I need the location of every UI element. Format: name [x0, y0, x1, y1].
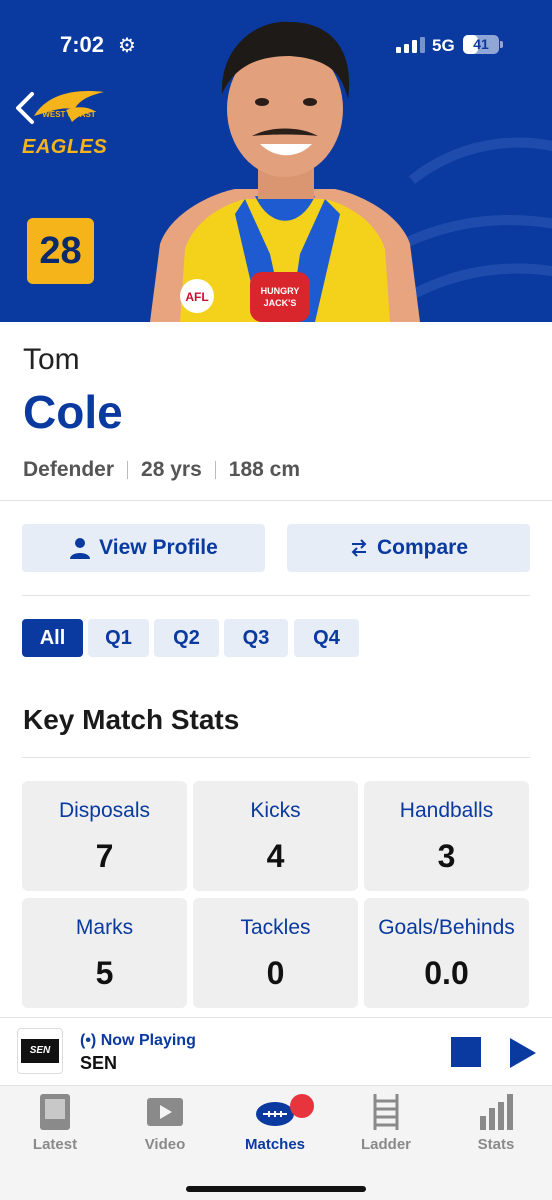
stat-label: Disposals: [58, 799, 151, 822]
stat-card-disposals: Disposals 7: [22, 781, 187, 891]
section-title: Key Match Stats: [23, 704, 240, 735]
player-meta: Defender 28 yrs 188 cm: [23, 458, 300, 482]
tab-latest[interactable]: Latest: [0, 1086, 110, 1166]
tab-video[interactable]: Video: [110, 1086, 220, 1166]
now-playing-status: (•) Now Playing: [80, 1032, 196, 1049]
divider: [22, 595, 530, 596]
station-logo: SEN: [17, 1028, 63, 1074]
stats-icon: [480, 1094, 513, 1130]
home-indicator: [186, 1186, 366, 1192]
stat-card-kicks: Kicks 4: [193, 781, 358, 891]
meta-divider: [214, 461, 216, 479]
quarter-tab-q2[interactable]: Q2: [154, 619, 219, 657]
player-age: 28 yrs: [141, 458, 202, 481]
notification-badge: [290, 1094, 314, 1118]
svg-text:JACK'S: JACK'S: [264, 298, 297, 308]
ladder-icon: [373, 1094, 399, 1130]
status-time: 7:02: [60, 32, 105, 57]
quarter-tab-q1[interactable]: Q1: [88, 619, 149, 657]
quarter-tab-all[interactable]: All: [22, 619, 83, 657]
gear-icon: ⚙: [118, 35, 136, 57]
compare-label: Compare: [376, 536, 469, 559]
stat-value: 4: [266, 838, 285, 874]
broadcast-icon: (•): [80, 1032, 97, 1049]
stat-value: 0.0: [424, 955, 469, 991]
latest-icon: [40, 1094, 70, 1130]
stat-label: Goals/Behinds: [378, 916, 515, 939]
play-button[interactable]: [508, 1036, 538, 1070]
bottom-tab-bar: Latest Video Matches Ladder Stats: [0, 1085, 552, 1200]
stat-card-handballs: Handballs 3: [364, 781, 529, 891]
player-position: Defender: [23, 458, 115, 481]
player-height: 188 cm: [228, 458, 300, 481]
compare-button[interactable]: Compare: [287, 524, 530, 572]
stat-label: Kicks: [250, 799, 301, 822]
stat-card-goals-behinds: Goals/Behinds 0.0: [364, 898, 529, 1008]
view-profile-label: View Profile: [99, 536, 218, 559]
player-hero: AFL HUNGRY JACK'S 7:02 ⚙ 5G 41 WEST COAS…: [0, 0, 552, 322]
stop-button[interactable]: [451, 1037, 481, 1067]
svg-text:AFL: AFL: [185, 290, 208, 304]
tab-stats[interactable]: Stats: [441, 1086, 551, 1166]
player-first-name: Tom: [23, 343, 80, 376]
meta-divider: [127, 461, 129, 479]
stat-label: Tackles: [240, 916, 311, 939]
quarter-tab-q4[interactable]: Q4: [294, 619, 359, 657]
tab-matches[interactable]: Matches: [220, 1086, 330, 1166]
view-profile-button[interactable]: View Profile: [22, 524, 265, 572]
station-name: SEN: [80, 1053, 118, 1073]
svg-text:HUNGRY: HUNGRY: [261, 286, 300, 296]
player-number-badge: 28: [27, 218, 94, 284]
divider: [22, 757, 530, 758]
tab-ladder[interactable]: Ladder: [331, 1086, 441, 1166]
stat-card-tackles: Tackles 0: [193, 898, 358, 1008]
video-icon: [147, 1098, 183, 1126]
quarter-tab-q3[interactable]: Q3: [224, 619, 288, 657]
swap-arrows-icon: [351, 539, 367, 557]
now-playing-bar[interactable]: SEN (•) Now Playing SEN: [0, 1017, 552, 1085]
back-chevron-icon[interactable]: [10, 90, 40, 126]
football-icon: [256, 1102, 294, 1126]
stat-value: 7: [95, 838, 114, 874]
stat-value: 3: [437, 838, 456, 874]
battery-icon: 41: [463, 35, 503, 55]
stat-label: Handballs: [399, 799, 494, 822]
stat-value: 5: [95, 955, 114, 991]
signal-icon: [396, 37, 425, 53]
divider: [0, 500, 552, 501]
network-type: 5G: [432, 36, 455, 55]
person-icon: [70, 538, 91, 559]
battery-level: 41: [473, 36, 489, 52]
stat-value: 0: [266, 955, 285, 991]
stat-label: Marks: [75, 916, 134, 939]
stat-card-marks: Marks 5: [22, 898, 187, 1008]
player-last-name: Cole: [23, 386, 123, 438]
status-bar: 7:02 ⚙ 5G 41: [0, 0, 552, 90]
